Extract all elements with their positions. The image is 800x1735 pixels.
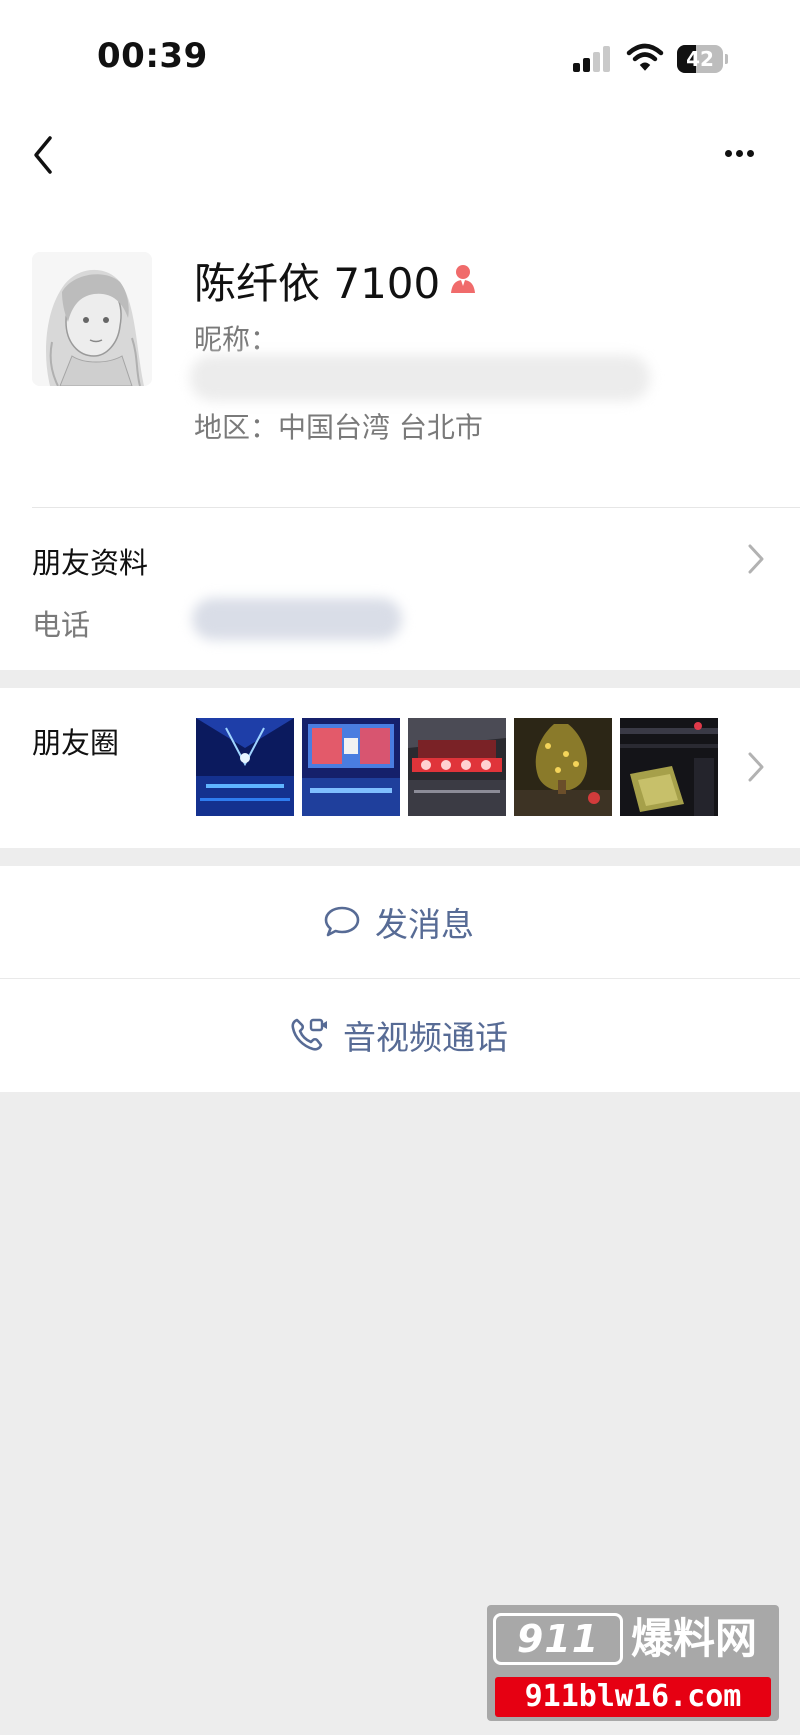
wifi-icon bbox=[626, 43, 664, 71]
profile-card: 00:39 42 陈纤依 7100 昵称： 地区：中国台湾 台北市 朋友资料 电… bbox=[0, 0, 800, 670]
moment-photo-3 bbox=[408, 718, 506, 816]
back-button[interactable] bbox=[24, 130, 64, 180]
moment-photo-4 bbox=[514, 718, 612, 816]
send-message-label: 发消息 bbox=[375, 905, 474, 944]
moments-row[interactable]: 朋友圈 bbox=[0, 688, 800, 848]
call-label: 音视频通话 bbox=[343, 1018, 508, 1057]
nickname-label: 昵称： bbox=[194, 323, 279, 356]
phone-number-redacted bbox=[192, 598, 402, 640]
moments-label: 朋友圈 bbox=[32, 726, 120, 760]
nickname-redacted bbox=[190, 355, 650, 401]
send-message-content: 发消息 bbox=[323, 866, 474, 978]
phone-label: 电话 bbox=[32, 608, 91, 642]
watermark-number: 911 bbox=[493, 1613, 623, 1665]
send-message-button[interactable]: 发消息 bbox=[0, 866, 800, 978]
battery-level: 42 bbox=[686, 47, 714, 71]
watermark-logo: 911 爆料网 911blw16.com bbox=[487, 1605, 779, 1721]
contact-name: 陈纤依 7100 bbox=[194, 259, 441, 308]
phone-video-icon bbox=[291, 1018, 327, 1051]
avatar[interactable] bbox=[32, 252, 152, 386]
region-text: 地区：中国台湾 台北市 bbox=[194, 411, 483, 444]
moment-photo-1 bbox=[196, 718, 294, 816]
battery-icon: 42 bbox=[677, 45, 729, 73]
voice-video-call-button[interactable]: 音视频通话 bbox=[0, 979, 800, 1092]
moment-photo-2 bbox=[302, 718, 400, 816]
chevron-right-icon bbox=[748, 544, 764, 574]
moment-photo-5 bbox=[620, 718, 718, 816]
watermark-url: 911blw16.com bbox=[495, 1677, 771, 1717]
status-time: 00:39 bbox=[97, 36, 208, 76]
cellular-signal-icon bbox=[573, 46, 613, 72]
divider bbox=[32, 507, 800, 508]
friend-info-title: 朋友资料 bbox=[32, 546, 149, 580]
watermark-text: 爆料网 bbox=[631, 1614, 758, 1663]
friend-info-row[interactable]: 朋友资料 电话 bbox=[0, 510, 800, 668]
call-content: 音视频通话 bbox=[289, 979, 508, 1091]
more-options-button[interactable] bbox=[715, 138, 763, 168]
chevron-right-icon bbox=[748, 752, 764, 782]
gender-female-icon bbox=[451, 265, 475, 293]
chat-bubble-icon bbox=[324, 906, 360, 937]
